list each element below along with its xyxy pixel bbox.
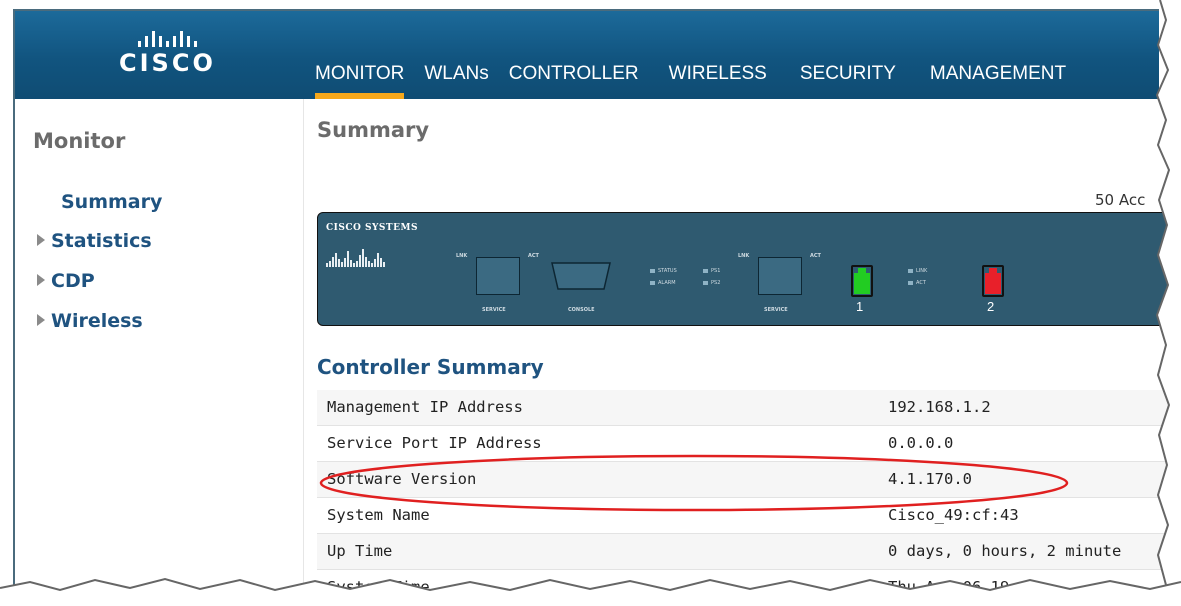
expand-arrow-icon [37,274,45,286]
port-label: SERVICE [482,307,506,313]
led-label: ACT [916,280,926,286]
led-label: ALARM [658,280,676,286]
table-row: Service Port IP Address 0.0.0.0 [317,426,1181,462]
controller-summary-title: Controller Summary [317,355,544,379]
panel-brand: CISCO SYSTEMS [326,223,418,233]
controller-summary-table: Management IP Address 192.168.1.2 Service… [317,390,1181,606]
service-port-2 [758,257,802,295]
row-key: Up Time [327,542,393,560]
port-label: LNK [456,253,468,259]
sidebar-item-cdp[interactable]: CDP [37,270,95,292]
alarm-led [650,281,655,285]
row-value: Cisco_49:cf:43 [888,506,1019,524]
link-led [908,269,913,273]
cisco-bars-icon [119,29,215,47]
port-2-status-icon[interactable] [982,265,1004,297]
table-row: Management IP Address 192.168.1.2 [317,390,1181,426]
nav-wlans[interactable]: WLANs [424,11,488,99]
expand-arrow-icon [37,234,45,246]
port-label: ACT [810,253,821,259]
row-value: 4.1.170.0 [888,470,972,488]
row-value: 0 days, 0 hours, 2 minute [888,542,1122,560]
sidebar-title: Monitor [33,129,126,153]
sidebar-item-statistics[interactable]: Statistics [37,230,152,252]
row-key: Management IP Address [327,398,523,416]
expand-arrow-icon [37,314,45,326]
act-led [908,281,913,285]
sidebar-item-summary[interactable]: Summary [61,191,162,213]
port-number: 2 [987,299,995,314]
table-row: Up Time 0 days, 0 hours, 2 minute [317,534,1181,570]
port-label: SERVICE [764,307,788,313]
led-label: STATUS [658,268,677,274]
cisco-systems-bars-icon [326,237,418,267]
ps2-led [703,281,708,285]
sidebar-item-label: Wireless [51,310,143,332]
row-key: Service Port IP Address [327,434,542,452]
sidebar-item-wireless[interactable]: Wireless [37,310,143,332]
access-points-count: 50 Acc [1095,191,1146,209]
table-row: System Name Cisco_49:cf:43 [317,498,1181,534]
row-key: Software Version [327,470,477,488]
nav-wireless[interactable]: WIRELESS [669,11,767,99]
row-key: System Name [327,506,430,524]
row-value: 192.168.1.2 [888,398,991,416]
nav-management[interactable]: MANAGEMENT [930,11,1066,99]
sidebar-item-label: CDP [51,270,95,292]
status-led [650,269,655,273]
service-port-1 [476,257,520,295]
header-bar: CISCO MONITOR WLANs CONTROLLER WIRELESS … [15,11,1159,99]
controller-front-panel: CISCO SYSTEMS LNK ACT SERVICE CONSOLE ST… [317,212,1169,326]
nav-monitor[interactable]: MONITOR [315,11,405,99]
main-nav: MONITOR WLANs CONTROLLER WIRELESS SECURI… [315,11,1066,99]
sidebar-item-label: Summary [61,191,163,213]
port-label: CONSOLE [568,307,595,313]
port-label: LNK [738,253,750,259]
ps1-led [703,269,708,273]
screenshot-frame: CISCO MONITOR WLANs CONTROLLER WIRELESS … [0,0,1181,606]
row-value: Thu Apr 06 19: [888,578,1019,596]
port-1-status-icon[interactable] [851,265,873,297]
page-title: Summary [317,118,430,142]
nav-controller[interactable]: CONTROLLER [509,11,639,99]
led-label: LINK [916,268,928,274]
row-value: 0.0.0.0 [888,434,954,452]
cisco-wordmark: CISCO [119,49,216,77]
table-row: System Time Thu Apr 06 19: [317,570,1181,606]
sidebar-item-label: Statistics [51,230,152,252]
led-label: PS1 [711,268,721,274]
sidebar: Monitor Summary Statistics CDP Wireless [15,99,304,606]
port-label: ACT [528,253,539,259]
row-key: System Time [327,578,430,596]
console-port-icon [551,262,611,290]
nav-security[interactable]: SECURITY [800,11,896,99]
led-label: PS2 [711,280,721,286]
port-number: 1 [856,299,864,314]
table-row: Software Version 4.1.170.0 [317,462,1181,498]
cisco-logo: CISCO [119,29,216,76]
